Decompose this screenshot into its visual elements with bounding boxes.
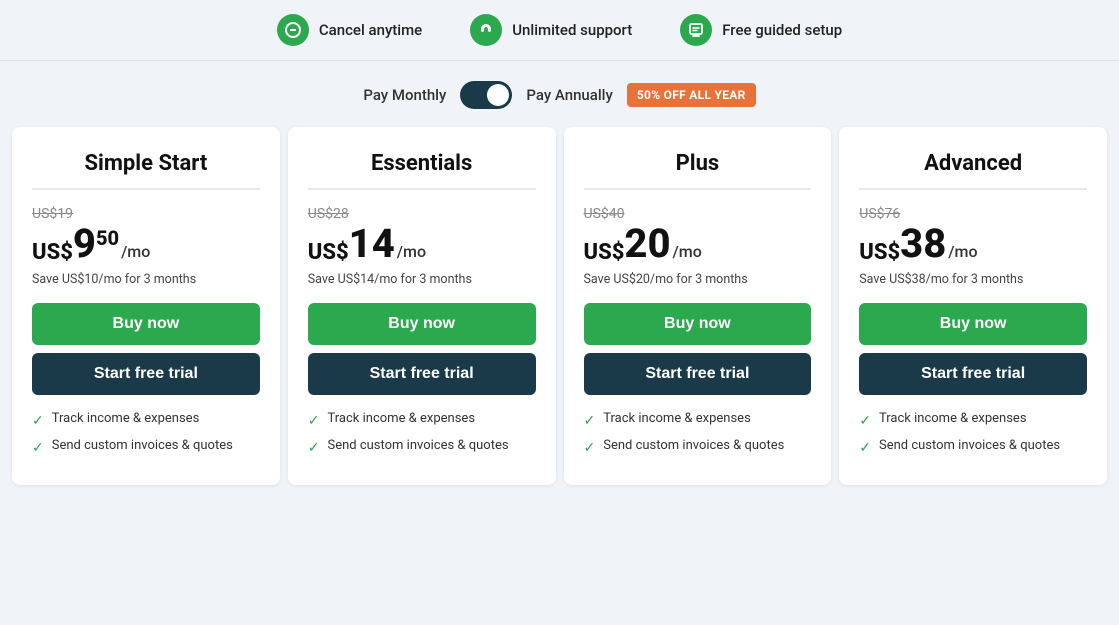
amount-essentials: 14 <box>349 224 395 264</box>
period-essentials: /mo <box>397 244 426 260</box>
currency-plus: US$ <box>584 242 625 264</box>
amount-plus: 20 <box>624 224 670 264</box>
feature-text: Send custom invoices & quotes <box>879 438 1060 455</box>
annual-label: Pay Annually <box>526 86 612 104</box>
feature-item: ✓ Track income & expenses <box>32 411 260 430</box>
trial-button-simple-start[interactable]: Start free trial <box>32 353 260 395</box>
trial-button-essentials[interactable]: Start free trial <box>308 353 536 395</box>
banner-item-support: Unlimited support <box>470 14 632 46</box>
trial-button-plus[interactable]: Start free trial <box>584 353 812 395</box>
feature-item: ✓ Send custom invoices & quotes <box>859 438 1087 457</box>
trial-button-advanced[interactable]: Start free trial <box>859 353 1087 395</box>
sup-simple-start: 50 <box>96 228 119 248</box>
support-icon <box>470 14 502 46</box>
check-icon: ✓ <box>32 412 44 430</box>
feature-text: Track income & expenses <box>879 411 1027 428</box>
check-icon: ✓ <box>584 412 596 430</box>
feature-text: Track income & expenses <box>52 411 200 428</box>
feature-text: Send custom invoices & quotes <box>327 438 508 455</box>
check-icon: ✓ <box>859 412 871 430</box>
price-section-plus: US$40 US$ 20 /mo <box>584 206 812 264</box>
plan-essentials: Essentials US$28 US$ 14 /mo Save US$14/m… <box>288 127 556 485</box>
plan-plus: Plus US$40 US$ 20 /mo Save US$20/mo for … <box>564 127 832 485</box>
top-banner: Cancel anytime Unlimited support Free gu… <box>0 0 1119 61</box>
currency-essentials: US$ <box>308 242 349 264</box>
current-price-essentials: US$ 14 /mo <box>308 224 536 264</box>
plans-container: Simple Start US$19 US$ 9 50 /mo Save US$… <box>0 127 1119 485</box>
discount-badge: 50% OFF ALL YEAR <box>627 83 756 107</box>
toggle-thumb <box>487 84 509 106</box>
plan-name-simple-start: Simple Start <box>32 151 260 190</box>
features-advanced: ✓ Track income & expenses ✓ Send custom … <box>859 411 1087 457</box>
plan-advanced: Advanced US$76 US$ 38 /mo Save US$38/mo … <box>839 127 1107 485</box>
currency-advanced: US$ <box>859 242 900 264</box>
amount-simple-start: 9 <box>73 224 96 264</box>
cancel-icon <box>277 14 309 46</box>
original-price-simple-start: US$19 <box>32 206 260 222</box>
currency-simple-start: US$ <box>32 242 73 264</box>
features-simple-start: ✓ Track income & expenses ✓ Send custom … <box>32 411 260 457</box>
toggle-track <box>460 81 512 109</box>
original-price-plus: US$40 <box>584 206 812 222</box>
feature-item: ✓ Send custom invoices & quotes <box>32 438 260 457</box>
plan-simple-start: Simple Start US$19 US$ 9 50 /mo Save US$… <box>12 127 280 485</box>
feature-text: Track income & expenses <box>603 411 751 428</box>
feature-text: Send custom invoices & quotes <box>603 438 784 455</box>
buy-button-essentials[interactable]: Buy now <box>308 303 536 345</box>
current-price-plus: US$ 20 /mo <box>584 224 812 264</box>
amount-advanced: 38 <box>900 224 946 264</box>
feature-item: ✓ Track income & expenses <box>584 411 812 430</box>
check-icon: ✓ <box>308 412 320 430</box>
plan-name-advanced: Advanced <box>859 151 1087 190</box>
original-price-essentials: US$28 <box>308 206 536 222</box>
feature-text: Track income & expenses <box>327 411 475 428</box>
feature-item: ✓ Track income & expenses <box>859 411 1087 430</box>
period-simple-start: /mo <box>121 244 150 260</box>
savings-simple-start: Save US$10/mo for 3 months <box>32 272 260 287</box>
price-section-advanced: US$76 US$ 38 /mo <box>859 206 1087 264</box>
banner-support-label: Unlimited support <box>512 21 632 39</box>
feature-item: ✓ Send custom invoices & quotes <box>308 438 536 457</box>
check-icon: ✓ <box>584 439 596 457</box>
period-advanced: /mo <box>948 244 977 260</box>
feature-text: Send custom invoices & quotes <box>52 438 233 455</box>
monthly-label: Pay Monthly <box>363 86 446 104</box>
savings-plus: Save US$20/mo for 3 months <box>584 272 812 287</box>
current-price-advanced: US$ 38 /mo <box>859 224 1087 264</box>
banner-setup-label: Free guided setup <box>722 21 842 39</box>
original-price-advanced: US$76 <box>859 206 1087 222</box>
feature-item: ✓ Track income & expenses <box>308 411 536 430</box>
billing-toggle[interactable] <box>460 81 512 109</box>
period-plus: /mo <box>673 244 702 260</box>
setup-icon <box>680 14 712 46</box>
buy-button-advanced[interactable]: Buy now <box>859 303 1087 345</box>
banner-item-cancel: Cancel anytime <box>277 14 422 46</box>
check-icon: ✓ <box>32 439 44 457</box>
buy-button-plus[interactable]: Buy now <box>584 303 812 345</box>
banner-item-setup: Free guided setup <box>680 14 842 46</box>
savings-advanced: Save US$38/mo for 3 months <box>859 272 1087 287</box>
check-icon: ✓ <box>859 439 871 457</box>
savings-essentials: Save US$14/mo for 3 months <box>308 272 536 287</box>
billing-toggle-section: Pay Monthly Pay Annually 50% OFF ALL YEA… <box>0 61 1119 127</box>
banner-cancel-label: Cancel anytime <box>319 21 422 39</box>
features-plus: ✓ Track income & expenses ✓ Send custom … <box>584 411 812 457</box>
price-section-essentials: US$28 US$ 14 /mo <box>308 206 536 264</box>
plan-name-essentials: Essentials <box>308 151 536 190</box>
check-icon: ✓ <box>308 439 320 457</box>
feature-item: ✓ Send custom invoices & quotes <box>584 438 812 457</box>
price-section-simple-start: US$19 US$ 9 50 /mo <box>32 206 260 264</box>
buy-button-simple-start[interactable]: Buy now <box>32 303 260 345</box>
features-essentials: ✓ Track income & expenses ✓ Send custom … <box>308 411 536 457</box>
plan-name-plus: Plus <box>584 151 812 190</box>
current-price-simple-start: US$ 9 50 /mo <box>32 224 260 264</box>
